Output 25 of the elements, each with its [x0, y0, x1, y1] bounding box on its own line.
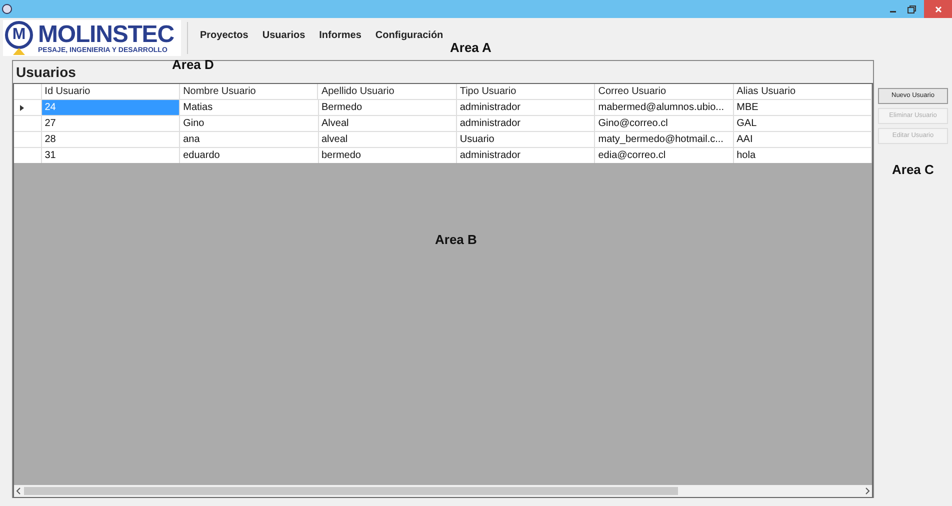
close-button[interactable] [924, 0, 952, 18]
triangle-icon [13, 48, 25, 55]
panel-title: Usuarios [15, 63, 77, 82]
menu-item[interactable]: Proyectos [200, 28, 248, 42]
scrollbar-thumb[interactable] [24, 487, 678, 495]
app-icon [2, 4, 12, 14]
area-label: Area B [435, 231, 477, 249]
table-cell: 31 [42, 148, 180, 163]
menu-item[interactable]: Configuración [375, 28, 444, 42]
table-cell: 24 [42, 100, 180, 115]
area-label: Area C [892, 161, 934, 179]
menu-item[interactable]: Usuarios [262, 28, 306, 42]
table-cell: hola [734, 148, 872, 163]
menu-item[interactable]: Informes [319, 28, 362, 42]
restore-icon[interactable] [907, 4, 916, 14]
current-row-icon [20, 104, 24, 110]
area-label: Area A [450, 39, 492, 57]
table-cell: administrador [456, 148, 596, 163]
close-icon [934, 6, 942, 12]
logo-name: MOLINSTEC [38, 22, 174, 46]
table-cell: eduardo [180, 148, 318, 163]
area-label: Area D [172, 56, 214, 74]
table-cell: edia@correo.cl [595, 148, 734, 163]
horizontal-scrollbar[interactable] [14, 485, 872, 497]
table-cell: bermedo [318, 148, 457, 163]
